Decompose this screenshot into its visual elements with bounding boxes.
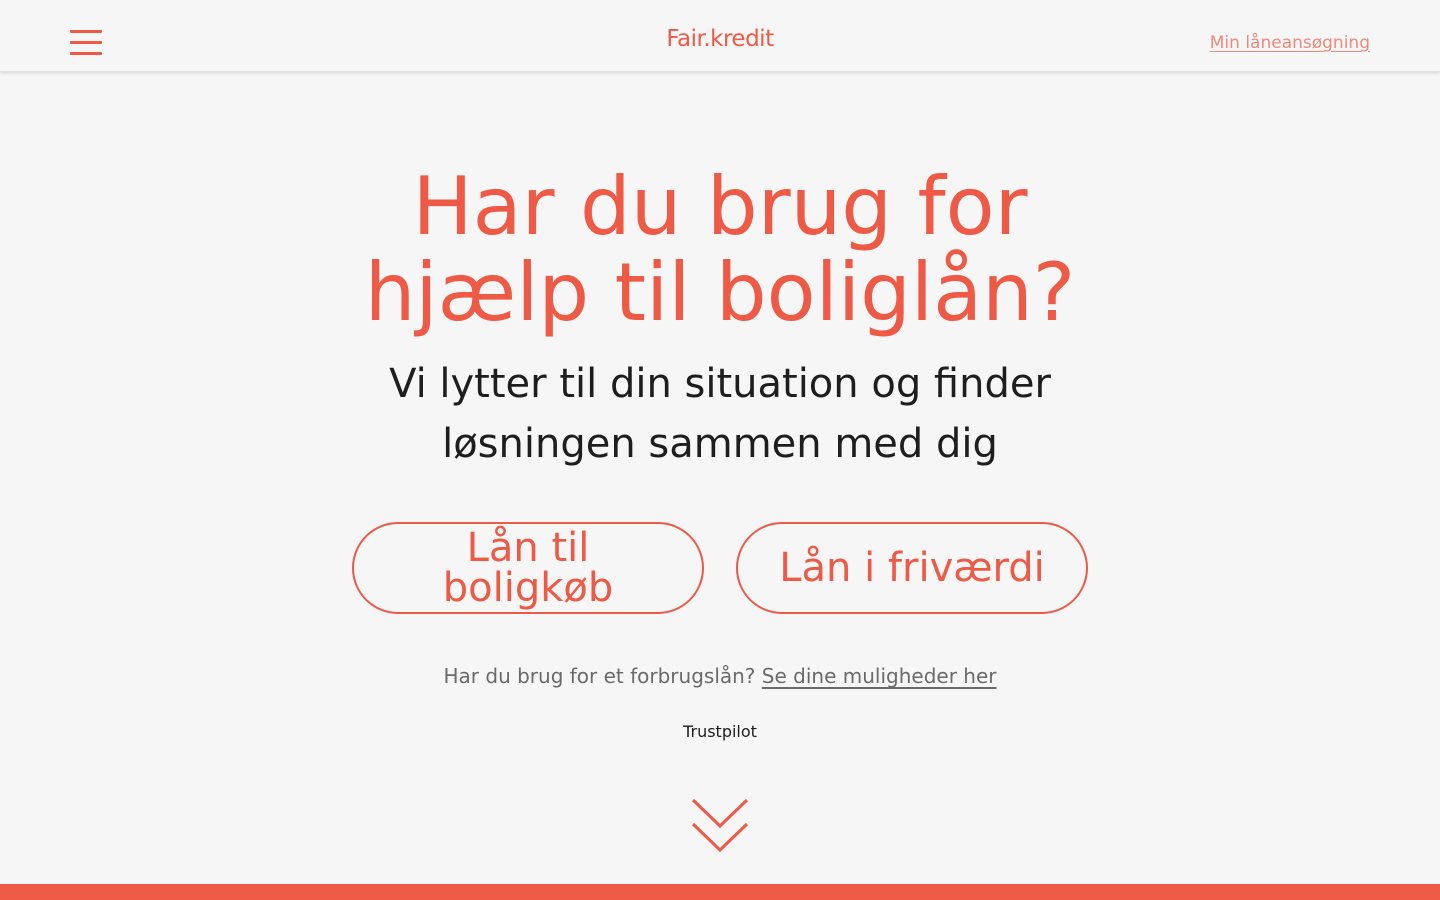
menu-line — [70, 41, 102, 44]
menu-line — [70, 52, 102, 55]
site-logo[interactable]: Fair.kredit — [666, 26, 774, 52]
headline-line-1: Har du brug for — [412, 160, 1028, 253]
hamburger-menu-icon[interactable] — [68, 28, 104, 58]
double-chevron-down-icon[interactable] — [690, 796, 750, 856]
consumer-loan-link[interactable]: Se dine muligheder her — [762, 664, 997, 688]
my-loan-application-link[interactable]: Min låneansøgning — [1210, 33, 1370, 53]
headline-line-2: hjælp til boliglån? — [364, 246, 1076, 339]
footer-accent-bar — [0, 884, 1440, 900]
equity-loan-button[interactable]: Lån i friværdi — [736, 522, 1088, 614]
page-title: Har du brug for hjælp til boliglån? — [0, 164, 1440, 336]
top-navigation-bar: Fair.kredit Min låneansøgning — [0, 0, 1440, 72]
consumer-loan-prompt: Har du brug for et forbrugslån? Se dine … — [0, 664, 1440, 688]
trustpilot-label[interactable]: Trustpilot — [683, 722, 757, 741]
hero-subtitle: Vi lytter til din situation og finder lø… — [0, 354, 1440, 474]
menu-line — [70, 30, 102, 33]
subtitle-line-1: Vi lytter til din situation og finder — [389, 361, 1051, 407]
scroll-down-chevrons — [691, 798, 749, 853]
subtitle-line-2: løsningen sammen med dig — [442, 421, 998, 467]
page: Fair.kredit Min låneansøgning Har du bru… — [0, 0, 1440, 900]
home-purchase-loan-button[interactable]: Lån til boligkøb — [352, 522, 704, 614]
consumer-loan-question: Har du brug for et forbrugslån? — [443, 664, 756, 688]
trustpilot-widget: Trustpilot — [0, 722, 1440, 741]
